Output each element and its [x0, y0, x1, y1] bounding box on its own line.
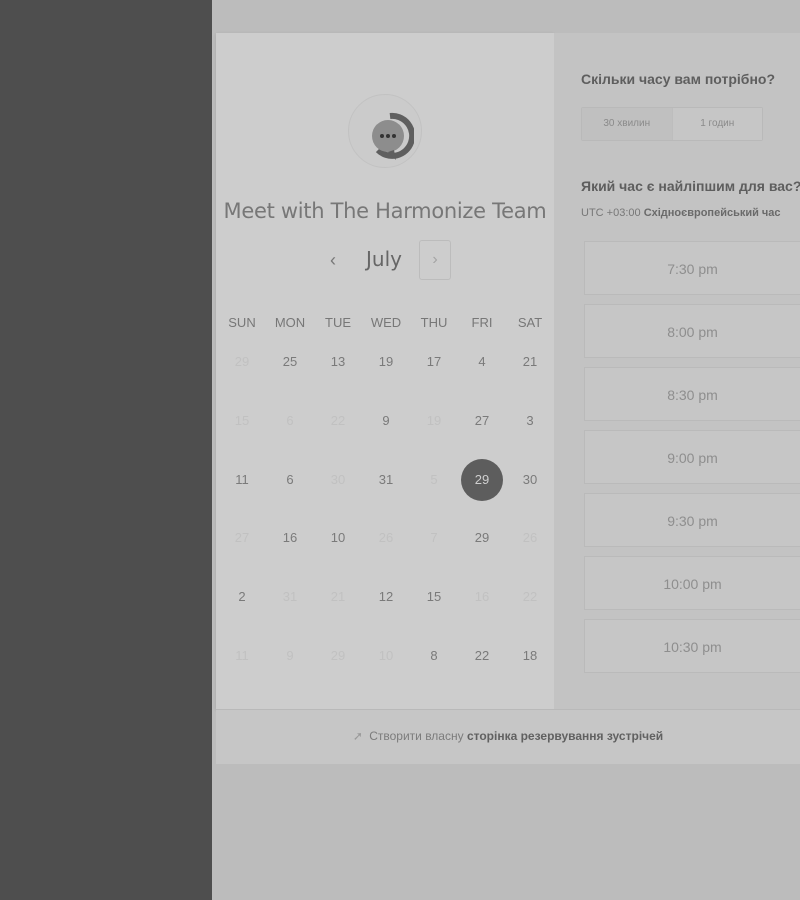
booking-card: Meet with The Harmonize Team ‹ July › SU… — [216, 33, 554, 709]
calendar-day[interactable]: 30 — [506, 451, 554, 509]
chat-bubble-icon — [372, 112, 414, 160]
calendar-day[interactable]: 15 — [410, 568, 458, 626]
calendar-day: 26 — [522, 530, 538, 546]
weekday-label: WED — [370, 315, 402, 330]
calendar-day: 29 — [330, 648, 346, 663]
calendar-day: 30 — [330, 471, 346, 487]
weekday-label: TUE — [325, 315, 351, 330]
footer-prefix: Створити власну — [369, 729, 464, 743]
calendar-day: 15 — [234, 412, 250, 428]
calendar-day[interactable]: 8 — [410, 627, 458, 685]
calendar-day[interactable]: 16 — [266, 509, 314, 567]
calendar-day: 22 — [330, 412, 346, 428]
time-slot-button[interactable]: 7:30 pm — [584, 241, 800, 295]
calendar-day: 16 — [474, 589, 490, 605]
footer: ➚ Створити власну сторінка резервування … — [216, 709, 800, 764]
calendar-day[interactable]: 19 — [362, 333, 410, 391]
calendar-day: 29 — [234, 354, 250, 369]
calendar-day: 6 — [286, 412, 294, 428]
timezone-offset: UTC +03:00 — [581, 207, 641, 219]
calendar-day[interactable]: 25 — [266, 333, 314, 391]
calendar-day[interactable]: 10 — [314, 509, 362, 567]
calendar-day: 21 — [330, 589, 346, 605]
weekday-label: SAT — [517, 315, 543, 330]
page-title: Meet with The Harmonize Team — [223, 199, 547, 223]
weekday-label: FRI — [471, 315, 493, 330]
prev-month-button[interactable]: ‹ — [320, 247, 346, 273]
duration-1-hour-button[interactable]: 1 годин — [672, 108, 762, 140]
calendar-day: 27 — [234, 530, 250, 546]
calendar-day-selected[interactable]: 29 — [458, 451, 506, 509]
calendar-day[interactable]: 9 — [362, 392, 410, 450]
calendar-day: 22 — [522, 589, 538, 605]
calendar-day[interactable]: 4 — [458, 333, 506, 391]
calendar-day[interactable]: 3 — [506, 392, 554, 450]
time-slot-button[interactable]: 9:00 pm — [584, 430, 800, 484]
month-label: July — [366, 247, 402, 271]
time-slot-button[interactable]: 8:30 pm — [584, 367, 800, 421]
calendar-day: 26 — [378, 530, 394, 546]
calendar-day[interactable]: 27 — [458, 392, 506, 450]
calendar-day: 31 — [282, 589, 298, 605]
time-slot-button[interactable]: 8:00 pm — [584, 304, 800, 358]
calendar-day[interactable]: 12 — [362, 568, 410, 626]
calendar-day: 5 — [430, 471, 438, 487]
selected-day-circle: 29 — [461, 459, 503, 502]
timezone-name: Східноєвропейський час — [643, 207, 781, 219]
create-booking-page-link[interactable]: ➚ Створити власну сторінка резервування … — [216, 710, 800, 764]
left-sidebar-backdrop — [0, 0, 212, 900]
weekday-label: SUN — [228, 315, 256, 330]
calendar-day[interactable]: 31 — [362, 451, 410, 509]
calendar-grid: 29 25 13 19 17 4 21 15 6 22 9 19 27 3 11 6 30 31 5 29 30 27 16… — [218, 333, 554, 693]
calendar-day[interactable]: 18 — [506, 627, 554, 685]
calendar-day[interactable]: 22 — [458, 627, 506, 685]
duration-question: Скільки часу вам потрібно? — [581, 71, 776, 87]
calendar-day[interactable]: 2 — [218, 568, 266, 626]
calendar-day[interactable]: 21 — [506, 333, 554, 391]
next-month-button[interactable]: › — [419, 240, 451, 280]
duration-30-min-button[interactable]: 30 хвилин — [582, 108, 673, 140]
weekday-label: THU — [420, 315, 448, 330]
sparkle-icon: ➚ — [352, 729, 363, 743]
duration-selector: 30 хвилин 1 годин — [581, 107, 763, 141]
calendar-day[interactable]: 17 — [410, 333, 458, 391]
time-slot-button[interactable]: 10:00 pm — [584, 556, 800, 610]
footer-link-text: сторінка резервування зустрічей — [466, 729, 664, 743]
calendar-day[interactable]: 29 — [458, 509, 506, 567]
calendar-day[interactable]: 11 — [218, 451, 266, 509]
calendar-day: 11 — [235, 648, 249, 663]
calendar-day: 19 — [426, 412, 442, 428]
time-slot-button[interactable]: 10:30 pm — [584, 619, 800, 673]
calendar-day: 10 — [378, 648, 394, 663]
calendar-day: 7 — [430, 530, 438, 546]
weekday-label: MON — [274, 315, 306, 330]
scheduler-panel: Скільки часу вам потрібно? 30 хвилин 1 г… — [554, 33, 800, 709]
timezone-label[interactable]: UTC +03:00 Східноєвропейський час — [581, 207, 781, 219]
calendar-day: 9 — [286, 648, 294, 663]
time-slot-button[interactable]: 9:30 pm — [584, 493, 800, 547]
time-question: Який час є найліпшим для вас? — [581, 178, 800, 194]
calendar-day[interactable]: 13 — [314, 333, 362, 391]
calendar-day[interactable]: 6 — [266, 451, 314, 509]
month-navigation: ‹ July › — [216, 239, 554, 283]
weekday-header: SUN MON TUE WED THU FRI SAT — [218, 315, 554, 331]
